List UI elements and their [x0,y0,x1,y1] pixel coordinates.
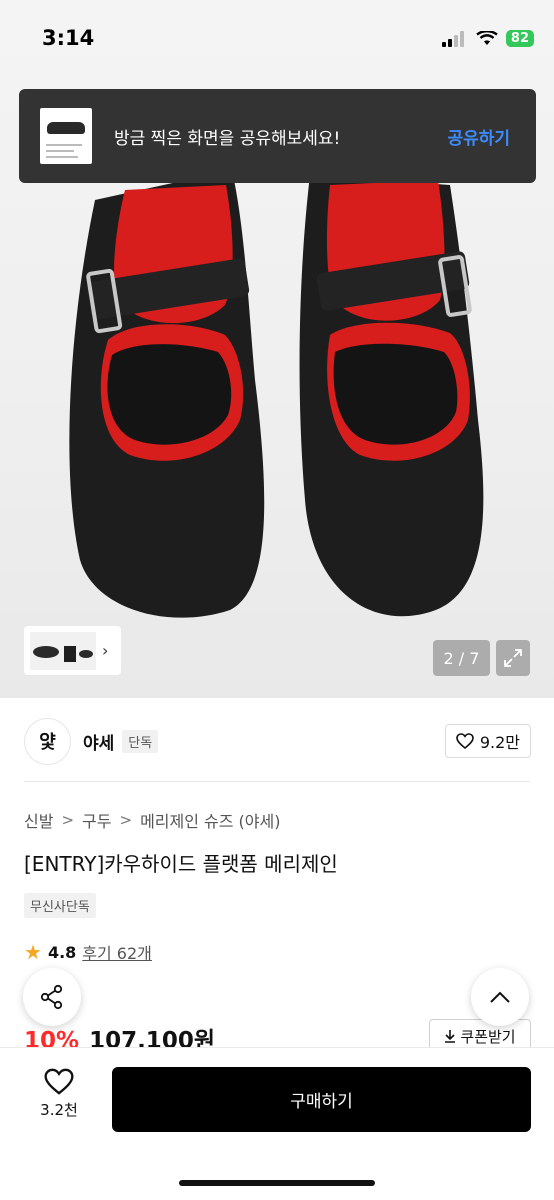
battery-icon: 82 [505,30,534,47]
chevron-up-icon [490,991,510,1003]
wishlist-count: 3.2천 [40,1101,78,1119]
bottom-action-bar: 3.2천 구매하기 [0,1048,554,1200]
breadcrumb-item[interactable]: 구두 [82,808,111,832]
wifi-icon [476,30,498,45]
chevron-right-icon: > [119,811,133,829]
gallery-thumbnail[interactable] [30,631,96,670]
screenshot-thumbnail [40,108,92,164]
exclusive-tag: 무신사단독 [24,893,96,918]
chevron-right-icon[interactable]: › [102,641,108,660]
download-icon [445,1030,456,1043]
fullscreen-button[interactable] [496,640,530,676]
share-icon [40,984,63,1010]
buy-button[interactable]: 구매하기 [112,1067,531,1132]
like-count: 9.2만 [479,733,520,752]
heart-icon [456,733,474,749]
status-time: 3:14 [42,26,95,50]
brand-like-button[interactable]: 9.2만 [444,724,531,758]
share-button[interactable] [23,968,81,1026]
brand-exclusive-badge: 단독 [122,729,159,753]
review-link[interactable]: 후기 62개 [82,940,152,964]
brand-logo[interactable]: 얓 [24,717,71,765]
gallery-page-counter: 2 / 7 [433,640,490,676]
status-bar: 3:14 82 [0,0,554,80]
breadcrumb-item[interactable]: 신발 [24,808,53,832]
home-indicator [179,1180,375,1186]
breadcrumb: 신발 > 구두 > 메리제인 슈즈 (야세) [24,808,280,832]
product-title: [ENTRY]카우하이드 플랫폼 메리제인 [24,852,338,876]
scroll-top-button[interactable] [471,968,529,1026]
chevron-right-icon: > [61,811,75,829]
gallery-thumbnail-strip[interactable]: › [24,626,121,675]
brand-name[interactable]: 야세 [83,729,114,754]
share-toast: 방금 찍은 화면을 공유해보세요! 공유하기 [19,89,536,183]
heart-icon [44,1068,74,1095]
left-shoe [69,170,265,618]
right-shoe [299,175,484,617]
thumbnail-shoes-image [33,645,93,662]
toast-share-button[interactable]: 공유하기 [447,124,510,149]
toast-message: 방금 찍은 화면을 공유해보세요! [114,128,341,149]
star-icon: ★ [24,940,42,964]
brand-row: 얓 야세 단독 9.2만 [24,717,531,765]
coupon-label: 쿠폰받기 [460,1027,516,1046]
divider [24,781,530,782]
rating-row: ★ 4.8 후기 62개 [24,940,152,964]
breadcrumb-item[interactable]: 메리제인 슈즈 (야세) [140,808,280,832]
status-icons: 82 [441,30,534,47]
wishlist-button[interactable]: 3.2천 [24,1068,94,1134]
signal-icon [441,30,464,47]
rating-value: 4.8 [47,942,77,962]
expand-icon [504,649,522,667]
